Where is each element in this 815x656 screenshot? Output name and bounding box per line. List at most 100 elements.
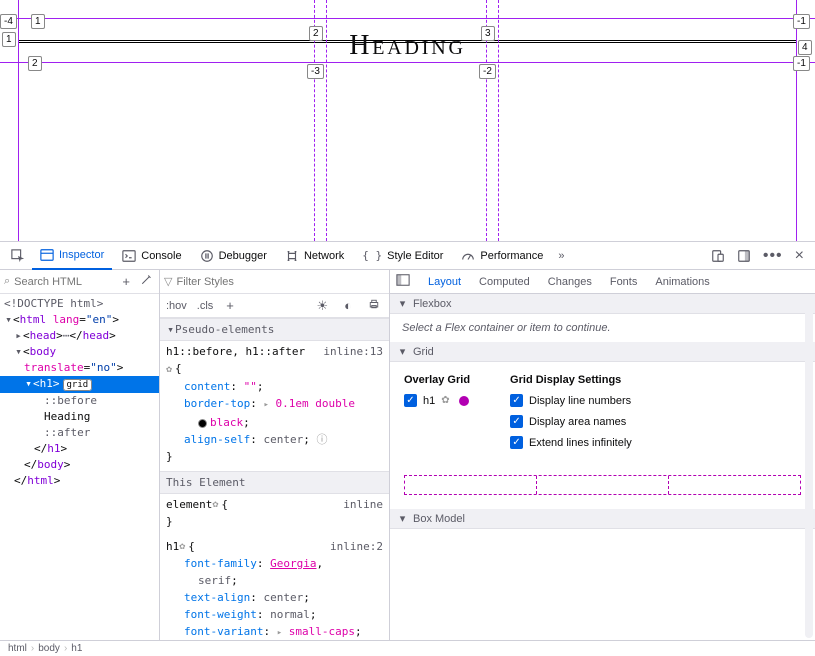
pick-element-icon[interactable] (6, 244, 30, 268)
sidebar-tabs: Layout Computed Changes Fonts Animations (390, 270, 815, 294)
selector-options-icon[interactable]: ✿ (166, 364, 172, 375)
opt-extend-lines[interactable]: Extend lines infinitely (510, 436, 632, 449)
head-node[interactable]: ▸<head>⋯</head> (0, 328, 159, 344)
h1-selector[interactable]: h1 (166, 538, 179, 555)
h1-text-node[interactable]: Heading (0, 409, 159, 425)
dock-icon[interactable] (732, 244, 756, 268)
sidebar-toggle-icon[interactable] (396, 273, 410, 290)
flexbox-header[interactable]: ▾Flexbox (390, 294, 815, 314)
decl-font-variant[interactable]: font-variant: ▸ small-caps; (166, 623, 383, 640)
tab-network[interactable]: Network (277, 242, 352, 270)
decl-font-family[interactable]: font-family: Georgia, (166, 555, 383, 572)
tab-debugger[interactable]: Debugger (192, 242, 275, 270)
eyedropper-icon[interactable] (137, 274, 155, 289)
col-label-1: 1 (31, 14, 45, 29)
dom-tree[interactable]: <!DOCTYPE html> ▾<html lang="en"> ▸<head… (0, 294, 159, 640)
body-node[interactable]: ▾<body (0, 344, 159, 360)
after-pseudo[interactable]: ::after (0, 425, 159, 441)
close-icon[interactable]: × (790, 244, 809, 268)
element-selector[interactable]: element (166, 496, 212, 513)
style-editor-icon: { } (362, 249, 382, 262)
decl-font-family-2[interactable]: serif; (166, 572, 383, 589)
element-rule[interactable]: element ✿ {inline } (160, 494, 389, 536)
tab-fonts[interactable]: Fonts (610, 276, 638, 288)
print-media-icon[interactable] (365, 298, 383, 313)
h1-node[interactable]: ▾<h1>grid (0, 376, 159, 393)
opt-line-numbers[interactable]: Display line numbers (510, 394, 632, 407)
body-close[interactable]: </body> (0, 457, 159, 473)
filter-icon: ▽ (164, 275, 172, 288)
tab-computed[interactable]: Computed (479, 276, 530, 288)
tab-animations[interactable]: Animations (655, 276, 709, 288)
tab-layout[interactable]: Layout (428, 276, 461, 288)
checkbox-icon[interactable] (404, 394, 417, 407)
color-swatch[interactable] (198, 419, 207, 428)
breadcrumb-h1[interactable]: h1 (71, 643, 82, 654)
h1-close[interactable]: </h1> (0, 441, 159, 457)
filter-styles-input[interactable] (176, 276, 385, 288)
hov-toggle[interactable]: :hov (166, 300, 187, 312)
grid-color-swatch[interactable] (459, 396, 469, 406)
tab-inspector[interactable]: Inspector (32, 242, 112, 270)
doctype-node[interactable]: <!DOCTYPE html> (0, 296, 159, 312)
breadcrumb-body[interactable]: body (38, 643, 60, 654)
tab-console-label: Console (141, 250, 181, 262)
decl-border-top[interactable]: border-top: ▸ 0.1em double (166, 395, 383, 414)
checkbox-icon[interactable] (510, 436, 523, 449)
checkbox-icon[interactable] (510, 415, 523, 428)
selector-options-icon[interactable]: ✿ (179, 538, 185, 555)
tab-style-editor-label: Style Editor (387, 250, 443, 262)
pseudo-rule[interactable]: h1::before, h1::afterinline:13 ✿{ conten… (160, 341, 389, 471)
h1-rule[interactable]: h1 ✿ {inline:2 font-family: Georgia, ser… (160, 536, 389, 640)
responsive-mode-icon[interactable] (706, 244, 730, 268)
overlay-grid-title: Overlay Grid (404, 374, 470, 386)
pseudo-source[interactable]: inline:13 (323, 343, 383, 360)
rules-list[interactable]: ▾Pseudo-elements h1::before, h1::afterin… (160, 318, 389, 640)
element-source[interactable]: inline (343, 496, 383, 513)
mini-grid-preview[interactable] (404, 475, 801, 495)
html-node[interactable]: ▾<html lang="en"> (0, 312, 159, 328)
grid-col-2b (326, 0, 327, 241)
add-rule-icon[interactable]: + (223, 298, 237, 313)
pseudo-section-header[interactable]: ▾Pseudo-elements (160, 318, 389, 341)
tab-inspector-label: Inspector (59, 249, 104, 261)
tab-style-editor[interactable]: { } Style Editor (354, 242, 451, 270)
decl-text-align[interactable]: text-align: center; (166, 589, 383, 606)
tab-performance[interactable]: Performance (453, 242, 551, 270)
cls-toggle[interactable]: .cls (197, 300, 214, 312)
selector-options-icon[interactable]: ✿ (212, 496, 218, 513)
scrollbar[interactable] (805, 296, 813, 638)
breadcrumb-html[interactable]: html (8, 643, 27, 654)
search-html-input[interactable] (14, 276, 115, 288)
console-icon (122, 249, 136, 263)
decl-border-color[interactable]: black; (166, 414, 383, 431)
pseudo-selector[interactable]: h1::before, h1::after (166, 343, 305, 360)
grid-row-2 (0, 62, 815, 63)
decl-align-self[interactable]: align-self: center; ⓘ (166, 431, 383, 448)
decl-font-weight[interactable]: font-weight: normal; (166, 606, 383, 623)
grid-header[interactable]: ▾Grid (390, 342, 815, 362)
dark-scheme-icon[interactable]: ◐ (341, 298, 355, 313)
tabs-overflow[interactable]: » (553, 244, 569, 268)
body-attr-row[interactable]: translate="no"> (0, 360, 159, 376)
tab-changes[interactable]: Changes (548, 276, 592, 288)
grid-overlay-h1[interactable]: h1 ✿ (404, 394, 470, 407)
grid-section: Overlay Grid h1 ✿ Grid Display Settings … (390, 362, 815, 509)
search-icon: ⌕ (4, 275, 10, 288)
decl-content[interactable]: content: ""; (166, 378, 383, 395)
light-scheme-icon[interactable]: ☀ (313, 298, 331, 314)
h1-source[interactable]: inline:2 (330, 538, 383, 555)
info-icon[interactable]: ⓘ (316, 433, 327, 446)
checkbox-icon[interactable] (510, 394, 523, 407)
add-node-icon[interactable]: + (119, 274, 133, 289)
tab-console[interactable]: Console (114, 242, 189, 270)
box-model-header[interactable]: ▾Box Model (390, 509, 815, 529)
opt-label: Display line numbers (529, 395, 631, 407)
before-pseudo[interactable]: ::before (0, 393, 159, 409)
this-element-header[interactable]: This Element (160, 471, 389, 494)
html-close[interactable]: </html> (0, 473, 159, 489)
flexbox-empty-msg: Select a Flex container or item to conti… (390, 314, 815, 342)
grid-settings-icon[interactable]: ✿ (441, 395, 449, 406)
opt-area-names[interactable]: Display area names (510, 415, 632, 428)
more-icon[interactable]: ••• (758, 244, 788, 268)
